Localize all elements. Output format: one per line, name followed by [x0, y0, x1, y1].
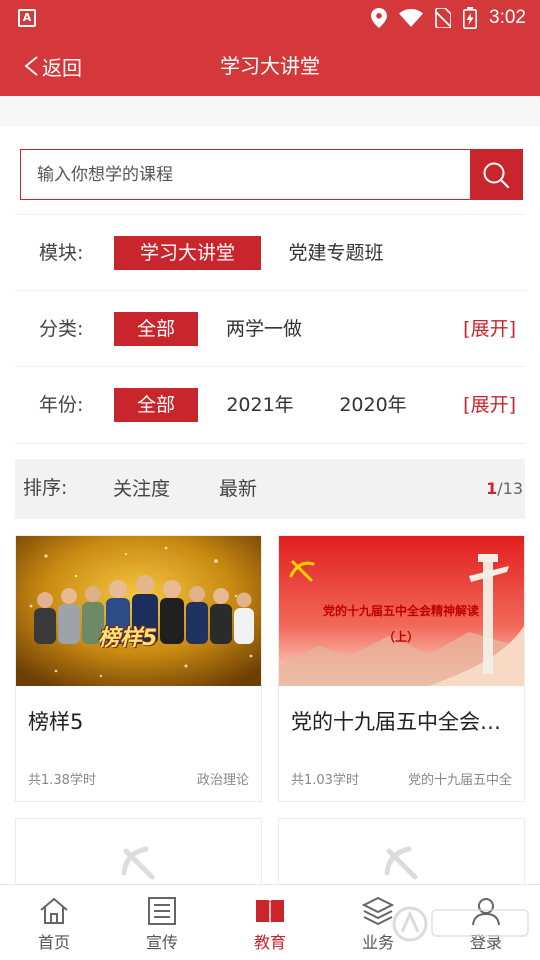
nav-item-business[interactable]: 业务: [338, 885, 418, 960]
page-current: 1: [486, 479, 498, 498]
course-thumbnail: 党的十九届五中全会精神解读 （上）: [279, 536, 524, 686]
filter-label-module: 模块:: [39, 242, 84, 264]
sort-option-popularity[interactable]: 关注度: [113, 459, 170, 519]
course-hours: 共1.03学时: [291, 773, 359, 788]
course-hours: 共1.38学时: [28, 773, 96, 788]
back-label: 返回: [42, 55, 82, 80]
book-icon: [256, 900, 284, 924]
category-option-all[interactable]: 全部: [114, 312, 198, 346]
thumbnail-caption-part: （上）: [382, 630, 419, 644]
page-indicator: 1/13: [486, 459, 523, 519]
filter-label-year: 年份:: [39, 394, 84, 416]
battery-icon: [463, 7, 478, 29]
back-button[interactable]: 返回: [22, 36, 82, 96]
year-option-2021[interactable]: 2021年: [218, 388, 302, 422]
home-icon: [40, 897, 68, 924]
party-emblem-icon: [384, 846, 418, 880]
status-icons: 3:02: [371, 0, 526, 36]
location-icon: [371, 8, 388, 28]
app-notification-icon: A: [18, 9, 36, 27]
module-option-party-course[interactable]: 党建专题班: [281, 236, 391, 270]
title-bar: 返回 学习大讲堂: [0, 36, 540, 96]
category-option-two-studies[interactable]: 两学一做: [218, 312, 310, 346]
course-thumbnail: 榜样5: [16, 536, 261, 686]
filter-label-category: 分类:: [39, 318, 84, 340]
nav-item-education[interactable]: 教育: [230, 885, 310, 960]
course-card[interactable]: 榜样5 榜样5 共1.38学时 政治理论: [15, 535, 262, 802]
nav-label: 教育: [253, 933, 286, 952]
no-sim-icon: [435, 8, 452, 28]
filter-row-year: 年份: 全部 2021年 2020年 [展开]: [15, 366, 525, 442]
header-spacer: [0, 96, 540, 126]
search-input[interactable]: [21, 150, 471, 199]
page-total: 13: [502, 479, 523, 498]
sort-label: 排序:: [23, 477, 68, 499]
thumbnail-caption: 榜样5: [98, 626, 158, 651]
course-title: 党的十九届五中全会精神解读（上）: [291, 710, 513, 734]
status-bar: A 3:02: [0, 0, 540, 36]
search-bar: [20, 149, 523, 200]
nav-label: 业务: [361, 933, 394, 952]
nav-label: 宣传: [145, 933, 178, 952]
year-expand-button[interactable]: [展开]: [463, 367, 516, 443]
course-card[interactable]: 党的十九届五中全会精神解读 （上） 党的十九届五中全会精神解读（上） 共1.03…: [278, 535, 525, 802]
year-option-2020[interactable]: 2020年: [331, 388, 415, 422]
chevron-left-icon: [24, 56, 38, 76]
filter-row-category: 分类: 全部 两学一做 [展开]: [15, 290, 525, 366]
nav-item-publicity[interactable]: 宣传: [122, 885, 202, 960]
divider: [15, 443, 525, 444]
search-icon: [483, 162, 510, 188]
nav-item-home[interactable]: 首页: [14, 885, 94, 960]
sort-option-latest[interactable]: 最新: [219, 459, 257, 519]
module-option-study-lecture[interactable]: 学习大讲堂: [114, 236, 261, 270]
clock: 3:02: [489, 7, 526, 28]
user-icon: [472, 898, 500, 926]
search-button[interactable]: [470, 150, 522, 199]
sort-bar: 排序: 关注度 最新 1/13: [15, 459, 525, 519]
course-category: 党的十九届五中全: [407, 773, 512, 788]
layers-icon: [362, 896, 394, 926]
party-emblem-icon: [121, 846, 155, 880]
nav-label: 登录: [469, 933, 502, 952]
news-icon: [148, 897, 176, 925]
thumbnail-caption: 党的十九届五中全会精神解读: [322, 604, 479, 618]
course-category: 政治理论: [196, 773, 249, 788]
nav-label: 首页: [37, 933, 70, 952]
year-option-all[interactable]: 全部: [114, 388, 198, 422]
nav-item-login[interactable]: 登录: [446, 885, 526, 960]
category-expand-button[interactable]: [展开]: [463, 291, 516, 367]
bottom-navigation: 首页 宣传 教育 业务 登录: [0, 884, 540, 960]
filter-row-module: 模块: 学习大讲堂 党建专题班: [15, 214, 525, 290]
wifi-icon: [399, 9, 424, 27]
course-title: 榜样5: [28, 710, 84, 734]
